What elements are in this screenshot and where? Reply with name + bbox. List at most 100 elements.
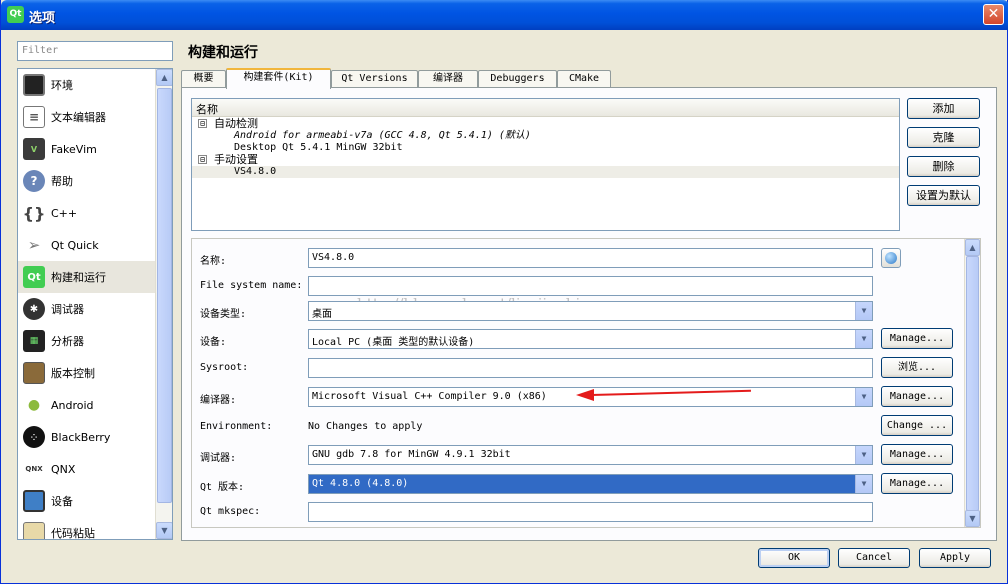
debugger-select[interactable]: GNU gdb 7.8 for MinGW 4.9.1 32bit ▼ xyxy=(308,445,873,465)
sidebar-item-qt-quick[interactable]: ➢ Qt Quick xyxy=(18,229,156,261)
change-environment-button[interactable]: Change ... xyxy=(881,415,953,436)
sidebar-item-label: C++ xyxy=(51,206,78,220)
monitor-icon xyxy=(23,74,45,96)
sidebar-item-help[interactable]: ? 帮助 xyxy=(18,165,156,197)
options-dialog: Qt 选项 ✕ Filter 环境 ≡ 文本编辑器 V FakeVim ? 帮助… xyxy=(0,0,1008,584)
help-icon: ? xyxy=(23,170,45,192)
tab-debuggers[interactable]: Debuggers xyxy=(478,70,557,88)
collapse-toggle-icon[interactable]: ⊟ xyxy=(198,155,207,164)
device-value: Local PC (桌面 类型的默认设备) xyxy=(312,337,475,348)
manage-debugger-button[interactable]: Manage... xyxy=(881,444,953,465)
sysroot-field[interactable] xyxy=(308,358,873,378)
sidebar-item-label: FakeVim xyxy=(51,142,97,156)
sidebar-item-label: 设备 xyxy=(51,495,73,508)
sidebar-scrollbar[interactable]: ▲ ▼ xyxy=(155,69,172,539)
fakevim-icon: V xyxy=(23,138,45,160)
scroll-down-arrow-icon[interactable]: ▼ xyxy=(965,510,980,527)
text-editor-icon: ≡ xyxy=(23,106,45,128)
qt-app-icon: Qt xyxy=(7,6,24,23)
qt-version-value: Qt 4.8.0 (4.8.0) xyxy=(312,478,409,489)
sidebar-item-analyzer[interactable]: ▦ 分析器 xyxy=(18,325,156,357)
category-sidebar: 环境 ≡ 文本编辑器 V FakeVim ? 帮助 {} C++ ➢ Qt Qu… xyxy=(17,68,173,540)
scroll-thumb[interactable] xyxy=(966,256,979,511)
sidebar-item-fakevim[interactable]: V FakeVim xyxy=(18,133,156,165)
sidebar-item-code-paste[interactable]: 代码粘贴 xyxy=(18,517,156,539)
page-title: 构建和运行 xyxy=(188,45,258,61)
chevron-down-icon[interactable]: ▼ xyxy=(855,388,872,406)
sidebar-item-label: 版本控制 xyxy=(51,367,95,380)
sidebar-item-build-run[interactable]: Qt 构建和运行 xyxy=(18,261,156,293)
scroll-up-arrow-icon[interactable]: ▲ xyxy=(156,69,172,86)
qt-version-select[interactable]: Qt 4.8.0 (4.8.0) ▼ xyxy=(308,474,873,494)
remove-kit-button[interactable]: 删除 xyxy=(907,156,980,177)
title-bar[interactable]: Qt 选项 ✕ xyxy=(1,0,1008,30)
apply-button[interactable]: Apply xyxy=(919,548,991,568)
set-default-kit-button[interactable]: 设置为默认 xyxy=(907,185,980,206)
sidebar-item-label: Qt Quick xyxy=(51,238,99,252)
tab-qt-versions[interactable]: Qt Versions xyxy=(331,70,418,88)
manage-qt-version-button[interactable]: Manage... xyxy=(881,473,953,494)
paper-plane-icon: ➢ xyxy=(27,236,41,254)
fs-name-field[interactable] xyxy=(308,276,873,296)
android-icon: ● xyxy=(27,397,41,413)
filter-input[interactable]: Filter xyxy=(17,41,173,61)
sidebar-item-blackberry[interactable]: ⁘ BlackBerry xyxy=(18,421,156,453)
tab-compilers[interactable]: 编译器 xyxy=(418,70,478,88)
tree-group-auto[interactable]: ⊟ 自动检测 xyxy=(192,118,899,130)
sidebar-item-label: 分析器 xyxy=(51,335,84,348)
sidebar-item-qnx[interactable]: QNX QNX xyxy=(18,453,156,485)
manage-compiler-button[interactable]: Manage... xyxy=(881,386,953,407)
tab-kits[interactable]: 构建套件(Kit) xyxy=(226,68,331,89)
sidebar-item-environment[interactable]: 环境 xyxy=(18,69,156,101)
tree-item-kit-selected[interactable]: VS4.8.0 xyxy=(192,166,899,178)
device-type-select[interactable]: 桌面 ▼ xyxy=(308,301,873,321)
sidebar-item-text-editor[interactable]: ≡ 文本编辑器 xyxy=(18,101,156,133)
chevron-down-icon[interactable]: ▼ xyxy=(855,330,872,348)
form-scrollbar[interactable]: ▲ ▼ xyxy=(964,239,980,527)
sidebar-item-label: QNX xyxy=(51,462,76,476)
sidebar-item-devices[interactable]: 设备 xyxy=(18,485,156,517)
scroll-thumb[interactable] xyxy=(157,88,172,503)
sysroot-label: Sysroot: xyxy=(200,362,249,373)
cancel-button[interactable]: Cancel xyxy=(838,548,910,568)
debugger-icon: ✱ xyxy=(23,298,45,320)
sidebar-item-android[interactable]: ● Android xyxy=(18,389,156,421)
chevron-down-icon[interactable]: ▼ xyxy=(855,475,872,493)
sidebar-item-cpp[interactable]: {} C++ xyxy=(18,197,156,229)
name-field[interactable]: VS4.8.0 xyxy=(308,248,873,268)
device-label: 设备: xyxy=(200,337,227,348)
tab-cmake[interactable]: CMake xyxy=(557,70,611,88)
clone-kit-button[interactable]: 克隆 xyxy=(907,127,980,148)
mkspec-label: Qt mkspec: xyxy=(200,506,261,517)
close-button[interactable]: ✕ xyxy=(983,4,1004,25)
compiler-value: Microsoft Visual C++ Compiler 9.0 (x86) xyxy=(312,391,547,402)
scroll-up-arrow-icon[interactable]: ▲ xyxy=(965,239,980,256)
scroll-down-arrow-icon[interactable]: ▼ xyxy=(156,522,172,539)
sidebar-item-label: 调试器 xyxy=(51,303,84,316)
browse-sysroot-button[interactable]: 浏览... xyxy=(881,357,953,378)
ok-button[interactable]: OK xyxy=(758,548,830,568)
tree-group-label: 自动检测 xyxy=(214,117,258,130)
device-type-label: 设备类型: xyxy=(200,309,247,320)
collapse-toggle-icon[interactable]: ⊟ xyxy=(198,119,207,128)
tree-group-manual[interactable]: ⊟ 手动设置 xyxy=(192,154,899,166)
device-icon xyxy=(23,490,45,512)
kit-tree: 名称 ⊟ 自动检测 Android for armeabi-v7a (GCC 4… xyxy=(191,98,900,231)
sidebar-item-version-control[interactable]: 版本控制 xyxy=(18,357,156,389)
tree-item-kit[interactable]: Desktop Qt 5.4.1 MinGW 32bit xyxy=(192,142,899,154)
chevron-down-icon[interactable]: ▼ xyxy=(855,446,872,464)
manage-device-button[interactable]: Manage... xyxy=(881,328,953,349)
tree-item-kit[interactable]: Android for armeabi-v7a (GCC 4.8, Qt 5.4… xyxy=(192,130,899,142)
device-select[interactable]: Local PC (桌面 类型的默认设备) ▼ xyxy=(308,329,873,349)
analyzer-icon: ▦ xyxy=(23,330,45,352)
globe-icon[interactable] xyxy=(881,248,901,268)
add-kit-button[interactable]: 添加 xyxy=(907,98,980,119)
name-label: 名称: xyxy=(200,256,227,267)
mkspec-field[interactable] xyxy=(308,502,873,522)
sidebar-item-debugger[interactable]: ✱ 调试器 xyxy=(18,293,156,325)
tab-overview[interactable]: 概要 xyxy=(181,70,226,88)
debugger-value: GNU gdb 7.8 for MinGW 4.9.1 32bit xyxy=(312,449,511,460)
sidebar-item-label: Android xyxy=(51,398,94,412)
tree-item-label: Android for armeabi-v7a (GCC 4.8, Qt 5.4… xyxy=(234,130,531,141)
chevron-down-icon[interactable]: ▼ xyxy=(855,302,872,320)
